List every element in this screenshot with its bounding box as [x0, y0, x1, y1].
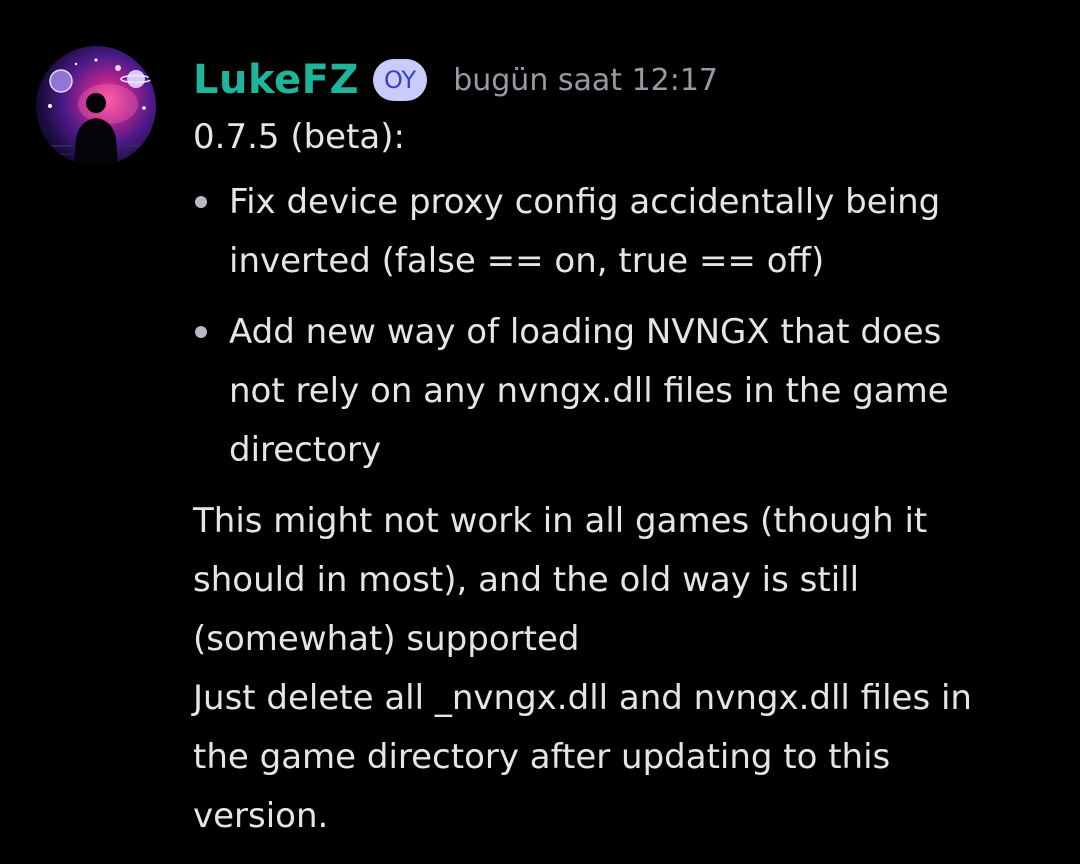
paragraph-line: Just delete all _nvngx.dll and nvngx.dll…	[193, 678, 972, 718]
list-item-line: inverted (false == on, true == off)	[229, 241, 825, 281]
bullet-icon	[195, 326, 207, 338]
list-item: Add new way of loading NVNGX that does n…	[193, 303, 1043, 480]
list-item: Fix device proxy config accidentally bei…	[193, 173, 1043, 291]
list-item-line: Fix device proxy config accidentally bei…	[229, 182, 941, 222]
author-name[interactable]: LukeFZ	[193, 57, 359, 103]
message-timestamp: bugün saat 12:17	[453, 62, 719, 98]
bullet-icon	[195, 196, 207, 208]
list-item-line: directory	[229, 430, 382, 470]
list-item-line: Add new way of loading NVNGX that does	[229, 312, 942, 352]
message-content: LukeFZ OY bugün saat 12:17 0.7.5 (beta):…	[193, 52, 1043, 846]
paragraph-line: version.	[193, 796, 329, 836]
chat-message: LukeFZ OY bugün saat 12:17 0.7.5 (beta):…	[0, 0, 1080, 864]
paragraph-line: should in most), and the old way is stil…	[193, 560, 860, 600]
paragraph-line: This might not work in all games (though…	[193, 501, 928, 541]
message-paragraphs: This might not work in all games (though…	[193, 492, 1043, 846]
version-heading: 0.7.5 (beta):	[193, 117, 405, 157]
galaxy-avatar-icon	[36, 58, 156, 166]
author-badge: OY	[372, 59, 428, 101]
changelog-list: Fix device proxy config accidentally bei…	[193, 173, 1043, 480]
paragraph-line: the game directory after updating to thi…	[193, 737, 891, 777]
avatar[interactable]	[36, 46, 156, 166]
list-item-line: not rely on any nvngx.dll files in the g…	[229, 371, 949, 411]
paragraph-line: (somewhat) supported	[193, 619, 580, 659]
message-body: 0.7.5 (beta): Fix device proxy config ac…	[193, 108, 1043, 846]
message-header: LukeFZ OY bugün saat 12:17	[193, 52, 1043, 108]
